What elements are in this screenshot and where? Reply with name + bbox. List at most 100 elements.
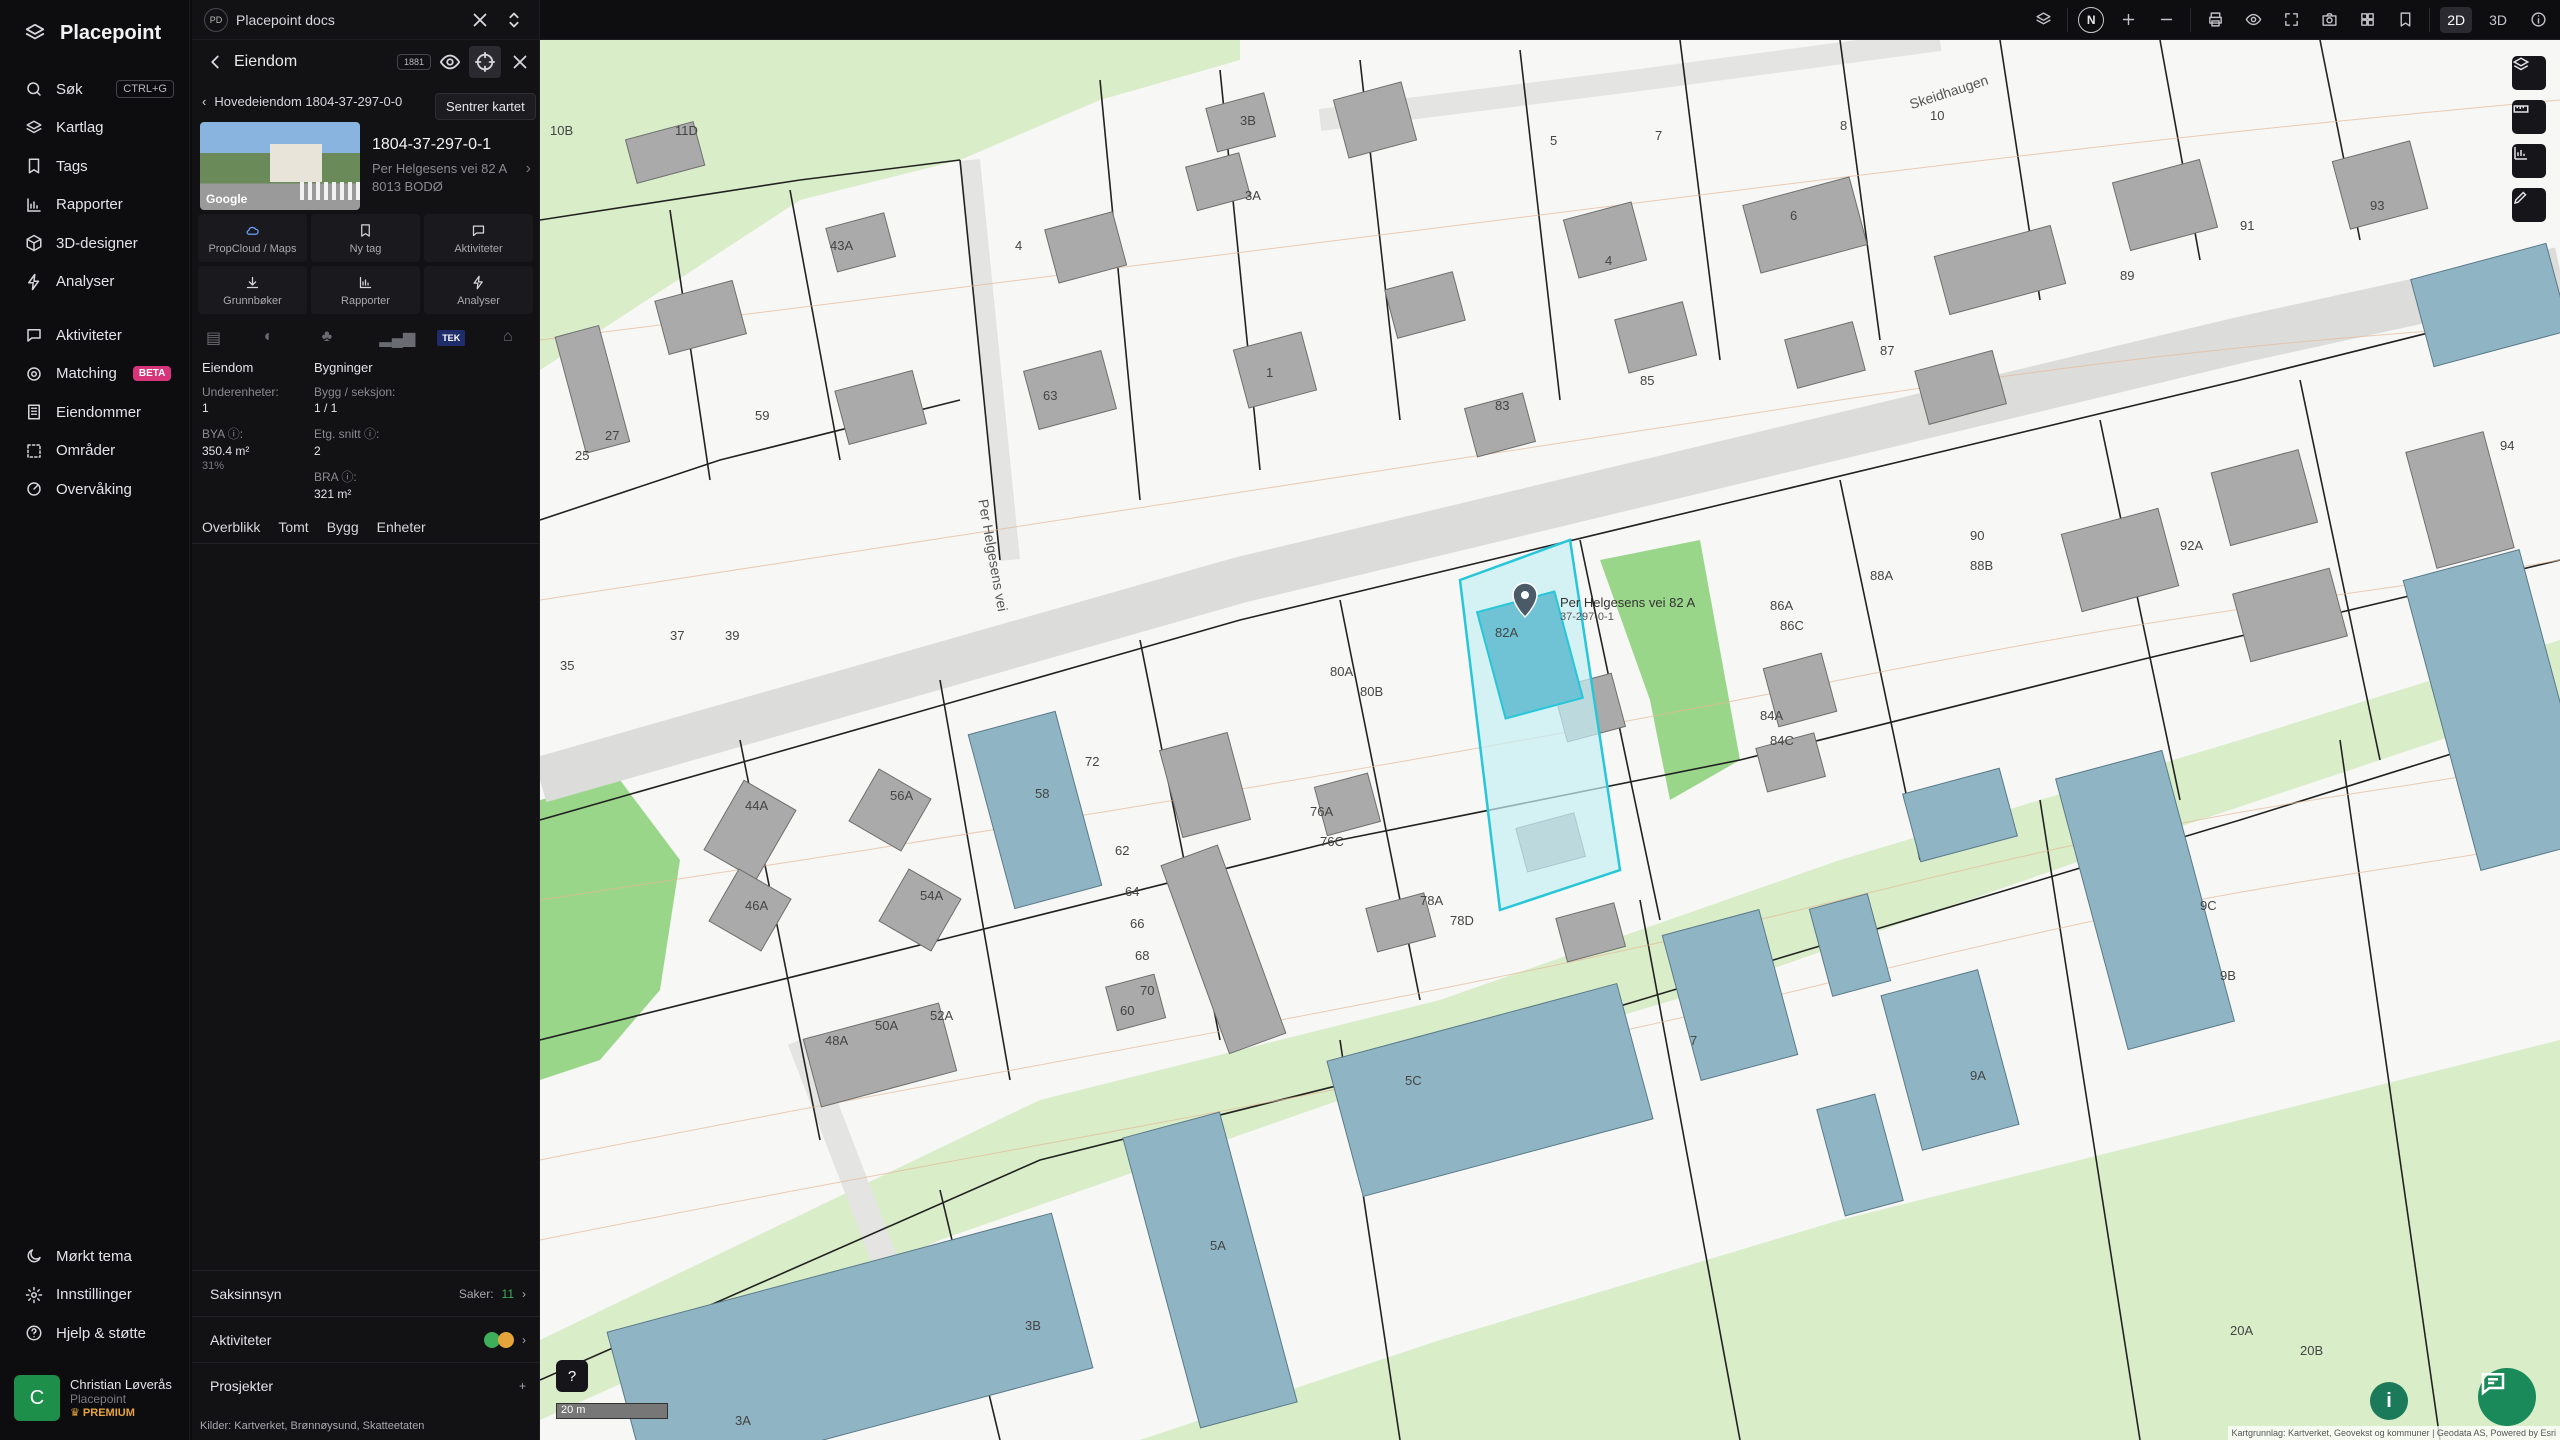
- info-icon[interactable]: [2524, 6, 2552, 34]
- property-panel: PD Placepoint docs Eiendom 1881 Sentrer …: [192, 0, 540, 1440]
- svg-text:20B: 20B: [2300, 1343, 2323, 1358]
- address-line-2: 8013 BODØ: [372, 179, 443, 194]
- user-profile[interactable]: C Christian Løverås Placepoint ♛ PREMIUM: [14, 1372, 184, 1424]
- svg-text:3A: 3A: [735, 1413, 751, 1428]
- bya-label: BYA ⓘ:: [202, 427, 244, 441]
- nav-item-eiendommer[interactable]: Eiendommer: [0, 393, 190, 432]
- tab-tomt[interactable]: Tomt: [278, 519, 308, 535]
- map-canvas[interactable]: 10B 11D 3B 3A 4 43A 59 63 1 83 85 4 6 87 89 91 9…: [540, 40, 2560, 1440]
- tab-overblikk[interactable]: Overblikk: [202, 519, 260, 535]
- map-draw-tool[interactable]: [2512, 188, 2546, 222]
- plan-label: PREMIUM: [82, 1407, 135, 1419]
- layers-icon: [22, 116, 46, 140]
- action-aktiviteter[interactable]: Aktiviteter: [424, 214, 533, 262]
- breadcrumb-label: Hovedeiendom 1804-37-297-0-0: [214, 93, 403, 109]
- 1881-badge[interactable]: 1881: [396, 54, 431, 70]
- grid-icon[interactable]: [2353, 6, 2381, 34]
- bookmark-icon: [22, 154, 46, 178]
- nav-item-tags[interactable]: Tags: [0, 147, 190, 186]
- property-card[interactable]: Google 1804-37-297-0-1 Per Helgesens vei…: [192, 118, 539, 214]
- document-icon[interactable]: ▤: [206, 328, 226, 348]
- eye-icon[interactable]: [2239, 6, 2267, 34]
- workspace-name[interactable]: Placepoint docs: [236, 12, 459, 28]
- street-view-photo[interactable]: Google: [200, 122, 360, 210]
- layers-3d-icon[interactable]: [2029, 6, 2057, 34]
- aktiviteter-row[interactable]: Aktiviteter ›: [192, 1316, 540, 1362]
- globe-icon[interactable]: ◐: [264, 328, 284, 348]
- cases-label: Saker:: [458, 1286, 494, 1301]
- source-bronnoysund[interactable]: Brønnøysund,: [291, 1420, 360, 1432]
- chat-button[interactable]: [2478, 1368, 2536, 1426]
- nav-item-overvaking[interactable]: Overvåking: [0, 470, 190, 509]
- compass-icon[interactable]: N: [2078, 6, 2105, 33]
- bookmark-icon[interactable]: [2391, 6, 2419, 34]
- mode-3d-button[interactable]: 3D: [2482, 7, 2514, 33]
- action-rapporter[interactable]: Rapporter: [311, 266, 420, 314]
- back-icon[interactable]: [202, 49, 228, 75]
- brand[interactable]: Placepoint: [22, 20, 161, 46]
- nav-item-label: Rapporter: [56, 196, 123, 214]
- close-icon[interactable]: [467, 7, 493, 33]
- svg-text:88A: 88A: [1870, 568, 1893, 583]
- camera-icon[interactable]: [2315, 6, 2343, 34]
- nav-primary: Søk CTRL+G Kartlag Tags Rapporter 3D-des…: [0, 70, 190, 301]
- eye-icon[interactable]: [437, 49, 463, 75]
- action-propcloud[interactable]: PropCloud / Maps: [198, 214, 307, 262]
- plan-badge: ♛ PREMIUM: [70, 1406, 172, 1419]
- nav-item-label: 3D-designer: [56, 234, 138, 252]
- info-button[interactable]: i: [2370, 1382, 2408, 1420]
- bookmark-icon: [357, 221, 375, 239]
- map-chart-tool[interactable]: [2512, 144, 2546, 178]
- bya-pct: 31%: [202, 460, 225, 472]
- action-grunnboker[interactable]: Grunnbøker: [198, 266, 307, 314]
- avatar: C: [14, 1375, 60, 1421]
- plus-icon[interactable]: +: [519, 1379, 526, 1393]
- tab-bygg[interactable]: Bygg: [327, 519, 359, 535]
- center-map-icon[interactable]: [469, 46, 501, 78]
- map-attribution[interactable]: Kartgrunnlag: Kartverket, Geovekst og ko…: [2227, 1426, 2560, 1440]
- house-icon[interactable]: ⌂: [503, 328, 523, 348]
- action-ny-tag[interactable]: Ny tag: [311, 214, 420, 262]
- nav-item-label: Analyser: [56, 273, 115, 291]
- print-icon[interactable]: [2201, 6, 2229, 34]
- action-analyser[interactable]: Analyser: [424, 266, 533, 314]
- source-skatteetaten[interactable]: Skatteetaten: [363, 1420, 425, 1432]
- prosjekter-row[interactable]: Prosjekter +: [192, 1362, 540, 1408]
- svg-text:82A: 82A: [1495, 625, 1518, 640]
- zoom-in-icon[interactable]: [2114, 6, 2142, 34]
- nav-item-rapporter[interactable]: Rapporter: [0, 186, 190, 225]
- close-panel-icon[interactable]: [507, 49, 533, 75]
- signal-icon[interactable]: ▂▄▆: [379, 328, 415, 348]
- nav-item-analyser[interactable]: Analyser: [0, 263, 190, 302]
- cloud-icon: [244, 221, 262, 239]
- prosjekter-label: Prosjekter: [210, 1377, 274, 1394]
- fullscreen-icon[interactable]: [2277, 6, 2305, 34]
- nav-item-3d-designer[interactable]: 3D-designer: [0, 224, 190, 263]
- svg-text:11D: 11D: [675, 123, 698, 138]
- nav-item-matching[interactable]: Matching BETA: [0, 355, 190, 394]
- sources-label: Kilder:: [200, 1420, 232, 1432]
- chevron-updown-icon[interactable]: [501, 7, 527, 33]
- nav-item-aktiviteter[interactable]: Aktiviteter: [0, 316, 190, 355]
- tab-enheter[interactable]: Enheter: [377, 519, 426, 535]
- source-kartverket[interactable]: Kartverket,: [234, 1420, 287, 1432]
- nav-item-search[interactable]: Søk CTRL+G: [0, 70, 190, 109]
- action-grid: PropCloud / Maps Ny tag Aktiviteter Grun…: [192, 214, 539, 314]
- svg-text:48A: 48A: [825, 1033, 848, 1048]
- plant-icon[interactable]: ♣: [322, 328, 342, 348]
- nav-item-dark-theme[interactable]: Mørkt tema: [0, 1237, 190, 1276]
- svg-text:76C: 76C: [1320, 834, 1344, 849]
- nav-item-kartlag[interactable]: Kartlag: [0, 109, 190, 148]
- nav-item-help[interactable]: Hjelp & støtte: [0, 1314, 190, 1353]
- mode-2d-button[interactable]: 2D: [2440, 6, 2473, 33]
- tek-badge[interactable]: TEK: [437, 330, 466, 346]
- map-measure-tool[interactable]: [2512, 100, 2546, 134]
- saksinnsyn-row[interactable]: Saksinnsyn Saker: 11 ›: [192, 1270, 540, 1316]
- zoom-out-icon[interactable]: [2152, 6, 2180, 34]
- nav-item-omrader[interactable]: Områder: [0, 432, 190, 471]
- map-help-button[interactable]: ?: [556, 1360, 588, 1392]
- bra-label: BRA ⓘ:: [314, 470, 357, 484]
- map-layer-tool[interactable]: [2512, 56, 2546, 90]
- nav-item-settings[interactable]: Innstillinger: [0, 1276, 190, 1315]
- svg-text:50A: 50A: [875, 1018, 898, 1033]
